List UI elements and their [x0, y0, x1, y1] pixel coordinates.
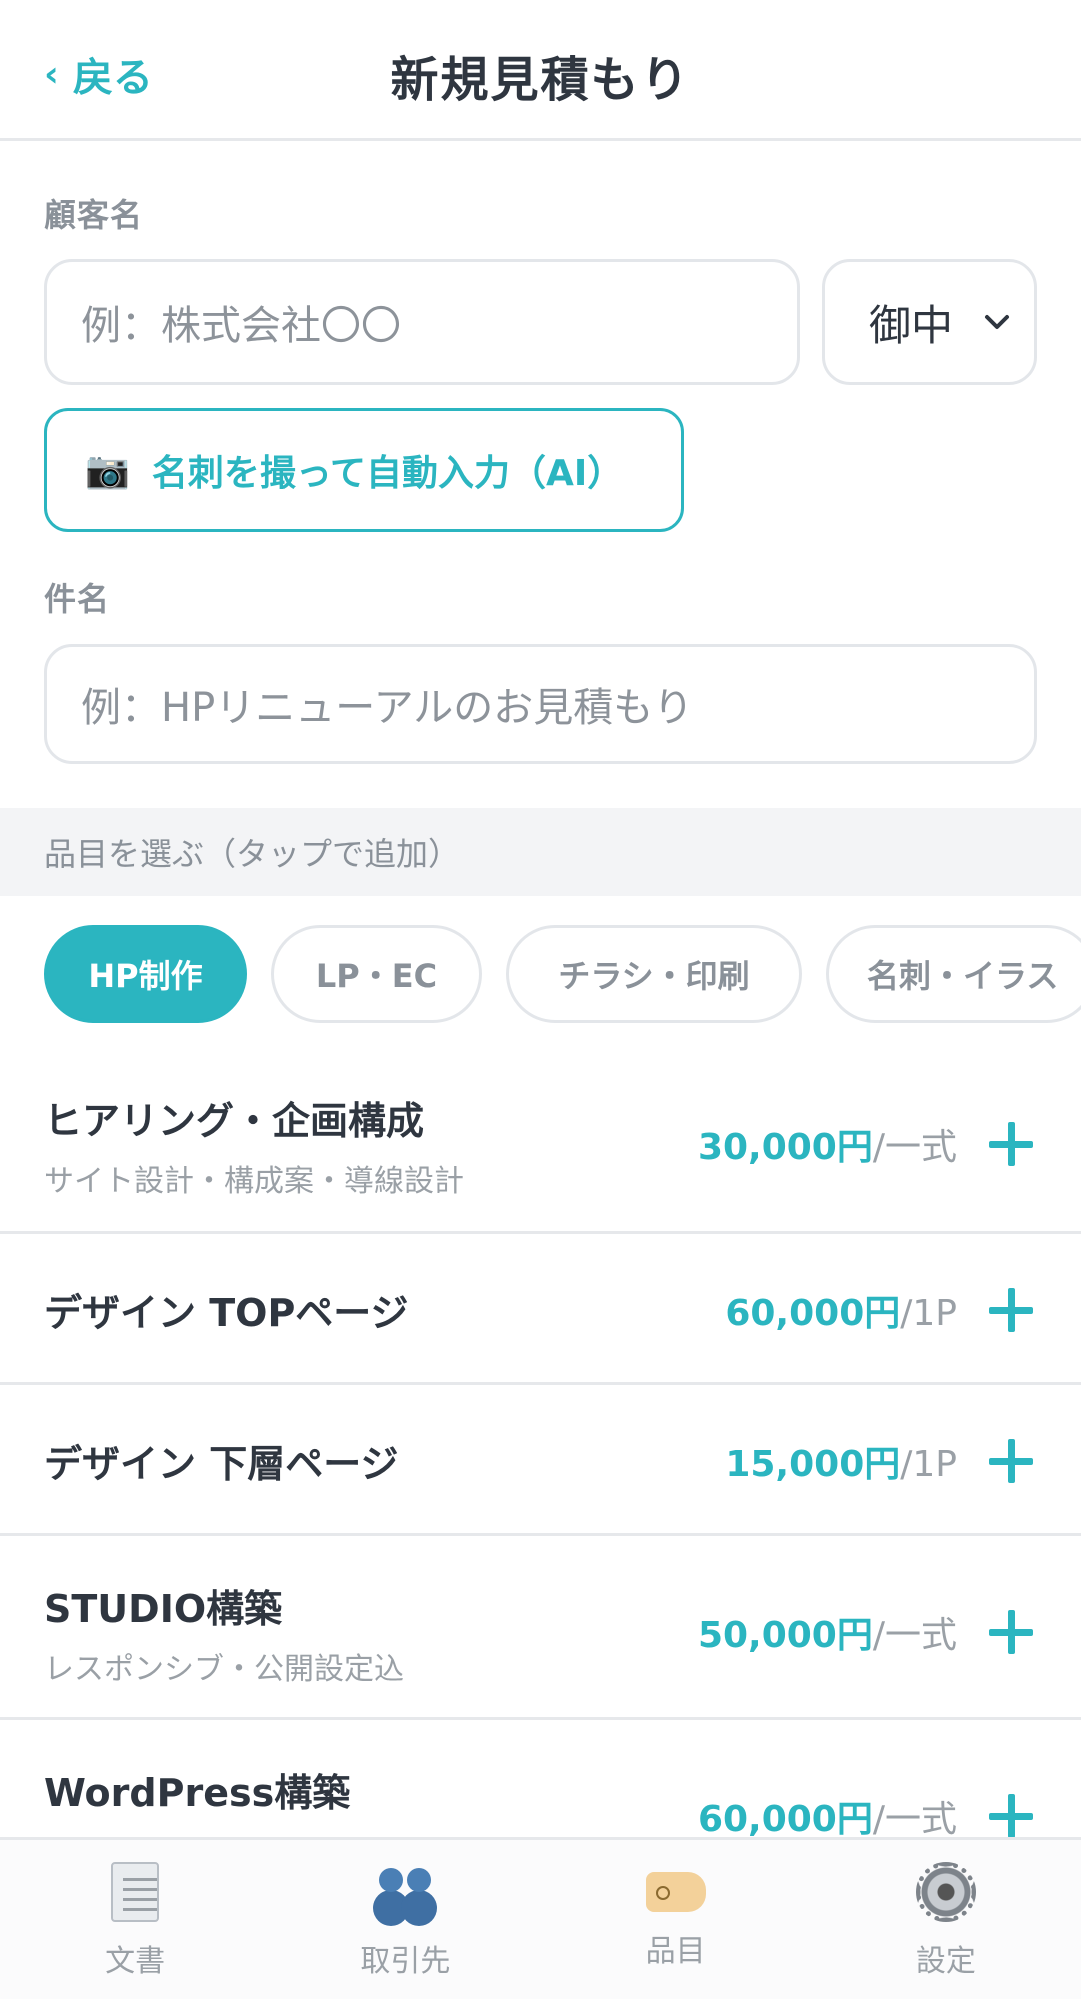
item-name: STUDIO構築	[44, 1587, 283, 1631]
item-price-amount: 30,000円	[697, 1127, 873, 1168]
item-section-header: 品目を選ぶ（タップで追加）	[0, 808, 1081, 896]
subject-label: 件名	[44, 580, 111, 618]
tag-icon	[645, 1872, 706, 1912]
item-price: 60,000円/1P	[725, 1284, 957, 1336]
item-price-unit: /一式	[872, 1127, 957, 1168]
add-item-button[interactable]	[989, 1610, 1033, 1654]
scan-business-card-label: 名刺を撮って自動入力（AI）	[151, 453, 624, 494]
customer-name-placeholder: 例：株式会社〇〇	[81, 303, 401, 349]
honorific-select[interactable]: 御中	[822, 259, 1037, 385]
category-chip-flyer[interactable]: チラシ・印刷	[506, 925, 802, 1023]
item-price-amount: 60,000円	[725, 1293, 901, 1334]
list-item[interactable]: デザイン TOPページ 60,000円/1P	[0, 1234, 1081, 1385]
tab-clients[interactable]: 取引先	[270, 1840, 540, 1999]
camera-icon: 📷	[85, 450, 130, 491]
item-price: 60,000円/一式	[698, 1790, 957, 1842]
category-chip-meishi[interactable]: 名刺・イラス	[826, 925, 1081, 1023]
gear-icon	[915, 1862, 976, 1922]
tab-clients-label: 取引先	[360, 1944, 451, 1979]
item-price-amount: 50,000円	[697, 1615, 873, 1656]
item-description: サイト設計・構成案・導線設計	[44, 1164, 464, 1199]
add-item-button[interactable]	[989, 1122, 1033, 1166]
category-chip-lp-ec[interactable]: LP・EC	[271, 925, 482, 1023]
tab-documents-label: 文書	[105, 1944, 166, 1979]
list-item[interactable]: ヒアリング・企画構成 サイト設計・構成案・導線設計 30,000円/一式	[0, 1040, 1081, 1234]
tab-items-label: 品目	[645, 1934, 706, 1969]
item-price-unit: /1P	[900, 1444, 957, 1485]
list-item[interactable]: STUDIO構築 レスポンシブ・公開設定込 50,000円/一式	[0, 1536, 1081, 1720]
document-icon	[111, 1862, 160, 1922]
item-section-label: 品目を選ぶ（タップで追加）	[44, 835, 461, 873]
nav-header: ‹ 戻る 新規見積もり	[0, 0, 1081, 141]
scan-business-card-button[interactable]: 📷 名刺を撮って自動入力（AI）	[44, 408, 684, 532]
item-price: 30,000円/一式	[698, 1118, 957, 1170]
tab-documents[interactable]: 文書	[0, 1840, 270, 1999]
item-list: ヒアリング・企画構成 サイト設計・構成案・導線設計 30,000円/一式 デザイ…	[0, 1040, 1081, 1904]
category-chips: HP制作 LP・EC チラシ・印刷 名刺・イラス	[44, 925, 1081, 1023]
honorific-value: 御中	[869, 300, 954, 350]
subject-input[interactable]: 例：HPリニューアルのお見積もり	[44, 644, 1037, 764]
item-description: レスポンシブ・公開設定込	[44, 1652, 404, 1687]
item-price-amount: 60,000円	[697, 1799, 873, 1840]
item-name: WordPress構築	[44, 1771, 351, 1815]
tab-settings-label: 設定	[915, 1944, 976, 1979]
customer-name-input[interactable]: 例：株式会社〇〇	[44, 259, 800, 385]
subject-placeholder: 例：HPリニューアルのお見積もり	[81, 685, 694, 731]
item-name: ヒアリング・企画構成	[44, 1099, 425, 1143]
item-price: 50,000円/一式	[698, 1606, 957, 1658]
customer-label: 顧客名	[44, 196, 144, 234]
item-name: デザイン 下層ページ	[44, 1442, 399, 1486]
item-price-unit: /1P	[900, 1293, 957, 1334]
add-item-button[interactable]	[989, 1439, 1033, 1483]
tab-settings[interactable]: 設定	[811, 1840, 1081, 1999]
add-item-button[interactable]	[989, 1288, 1033, 1332]
item-price-unit: /一式	[872, 1615, 957, 1656]
item-price-unit: /一式	[872, 1799, 957, 1840]
category-chip-hp[interactable]: HP制作	[44, 925, 247, 1023]
item-name: デザイン TOPページ	[44, 1291, 409, 1335]
item-price-amount: 15,000円	[725, 1444, 901, 1485]
add-item-button[interactable]	[989, 1794, 1033, 1838]
tab-items[interactable]: 品目	[541, 1840, 811, 1999]
page-title: 新規見積もり	[390, 52, 691, 108]
list-item[interactable]: デザイン 下層ページ 15,000円/1P	[0, 1385, 1081, 1536]
people-icon	[375, 1862, 435, 1922]
item-price: 15,000円/1P	[725, 1435, 957, 1487]
tab-bar: 文書 取引先 品目 設定	[0, 1837, 1081, 1999]
chevron-down-icon	[985, 315, 1009, 329]
